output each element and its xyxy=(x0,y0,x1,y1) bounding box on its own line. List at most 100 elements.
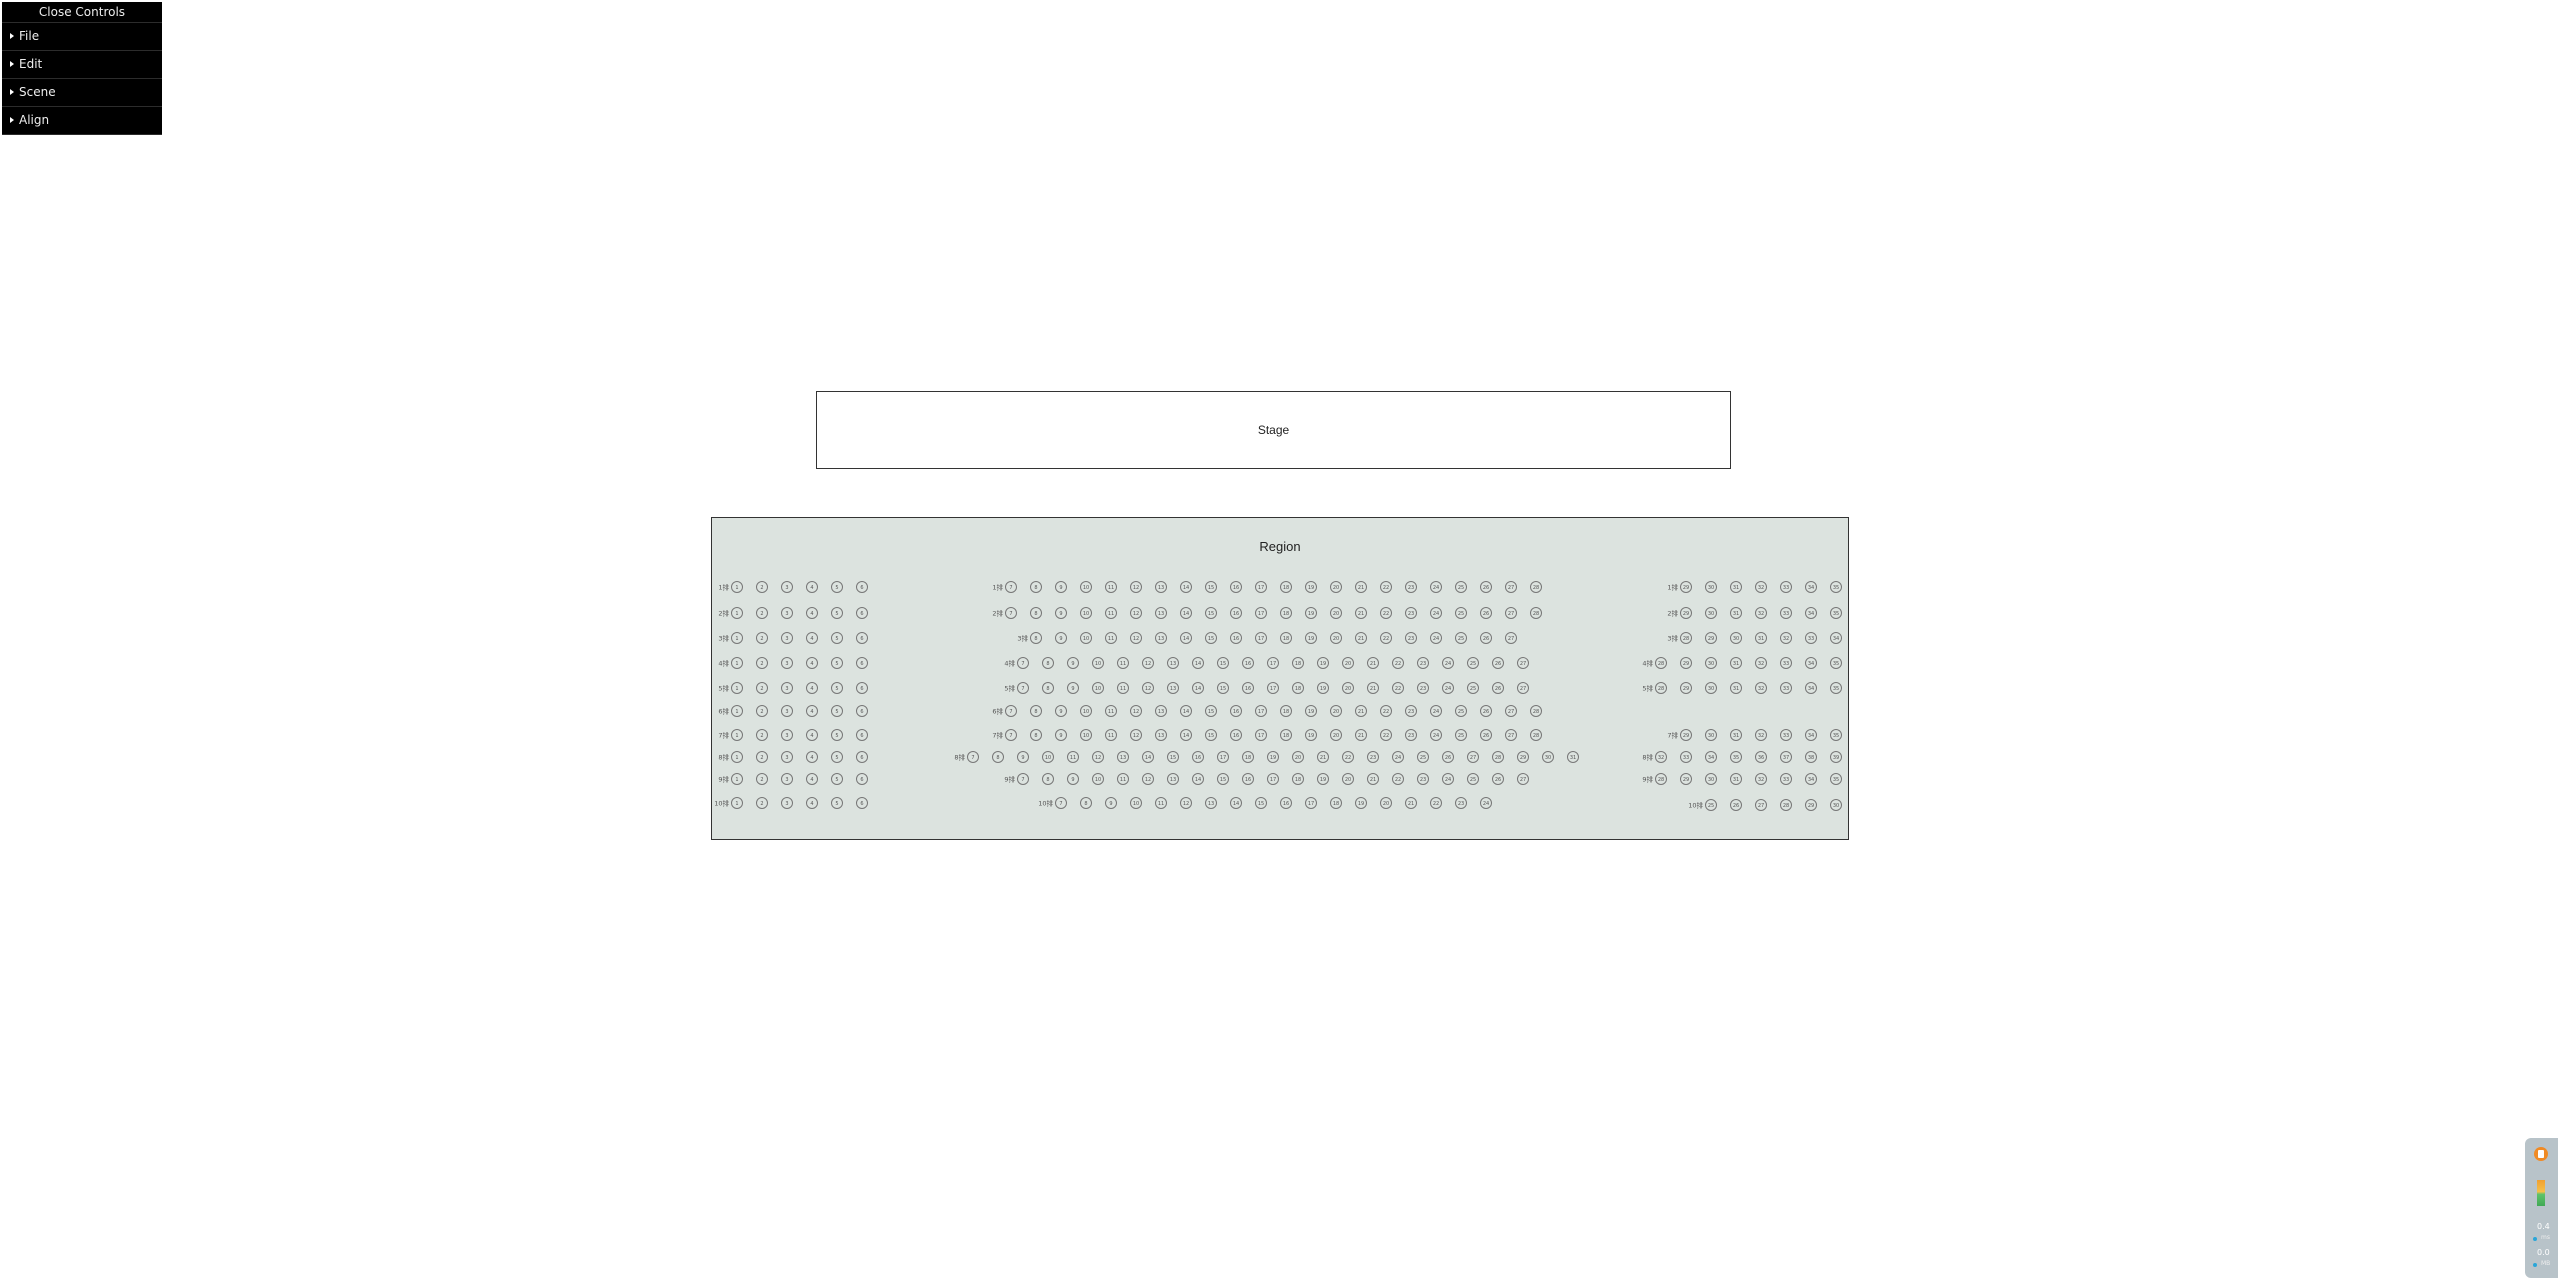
seat-number: 33 xyxy=(1783,733,1789,739)
seat-number: 1 xyxy=(735,801,738,807)
seat-number: 39 xyxy=(1833,755,1839,761)
seat-number: 6 xyxy=(860,585,863,591)
stage-box[interactable]: Stage xyxy=(816,391,1731,469)
seat-number: 24 xyxy=(1433,709,1439,715)
stats-value-2: 0.0 xyxy=(2537,1248,2550,1257)
seat-number: 29 xyxy=(1520,755,1526,761)
seat-number: 18 xyxy=(1283,636,1289,642)
row-label: 4排 xyxy=(1004,659,1015,668)
seating-region[interactable]: Region 1排 1 2 3 4 5 6 2排 1 2 3 4 5 6 3排 1 2 3 4 5 6 4排 1 2 3 4 5 6 5… xyxy=(711,517,1849,840)
seat-number: 30 xyxy=(1708,661,1714,667)
seat-number: 10 xyxy=(1083,636,1089,642)
seat-number: 25 xyxy=(1708,803,1714,809)
seat-number: 1 xyxy=(735,636,738,642)
seat-number: 28 xyxy=(1658,686,1664,692)
seat-number: 1 xyxy=(735,585,738,591)
seat-number: 35 xyxy=(1833,686,1839,692)
folder-scene-label: Scene xyxy=(19,85,56,99)
seat-number: 9 xyxy=(1071,661,1074,667)
seat-number: 24 xyxy=(1445,686,1451,692)
seat-number: 38 xyxy=(1808,755,1814,761)
row-label: 7排 xyxy=(1667,731,1678,740)
seat-number: 4 xyxy=(810,585,813,591)
folder-scene[interactable]: Scene xyxy=(2,79,162,107)
seat-number: 17 xyxy=(1270,661,1276,667)
seat-number: 15 xyxy=(1208,709,1214,715)
seat-number: 1 xyxy=(735,611,738,617)
seat-number: 29 xyxy=(1683,777,1689,783)
seat-number: 29 xyxy=(1683,686,1689,692)
seat-number: 21 xyxy=(1358,733,1364,739)
seat-number: 6 xyxy=(860,661,863,667)
seat-number: 16 xyxy=(1233,585,1239,591)
seat-number: 25 xyxy=(1420,755,1426,761)
seat-number: 31 xyxy=(1733,611,1739,617)
seat-number: 22 xyxy=(1383,585,1389,591)
seat-number: 8 xyxy=(996,755,999,761)
seat-number: 2 xyxy=(760,611,763,617)
seat-number: 25 xyxy=(1458,611,1464,617)
folder-edit-label: Edit xyxy=(19,57,43,71)
seat-number: 28 xyxy=(1533,611,1539,617)
seat-number: 24 xyxy=(1483,801,1489,807)
seat-number: 26 xyxy=(1495,661,1501,667)
seat-number: 24 xyxy=(1395,755,1401,761)
seat-number: 15 xyxy=(1258,801,1264,807)
seat-number: 33 xyxy=(1683,755,1689,761)
folder-align[interactable]: Align xyxy=(2,107,162,135)
seat-number: 2 xyxy=(760,801,763,807)
close-controls-button[interactable]: Close Controls xyxy=(2,2,162,23)
seat-number: 28 xyxy=(1533,585,1539,591)
seat-number: 35 xyxy=(1833,733,1839,739)
seat-number: 12 xyxy=(1145,661,1151,667)
seat-number: 2 xyxy=(760,661,763,667)
triangle-right-icon xyxy=(10,88,14,95)
seat-number: 28 xyxy=(1495,755,1501,761)
seat-number: 12 xyxy=(1183,801,1189,807)
row-label: 2排 xyxy=(718,609,729,618)
seat-number: 4 xyxy=(810,686,813,692)
row-label: 10排 xyxy=(714,799,729,808)
seat-number: 21 xyxy=(1370,686,1376,692)
seat-number: 11 xyxy=(1108,636,1114,642)
seat-number: 5 xyxy=(835,801,838,807)
seat-number: 1 xyxy=(735,709,738,715)
seat-number: 7 xyxy=(1021,686,1024,692)
seat-number: 24 xyxy=(1433,611,1439,617)
seat-number: 18 xyxy=(1333,801,1339,807)
seat-number: 13 xyxy=(1158,733,1164,739)
seat-number: 13 xyxy=(1158,611,1164,617)
seat-number: 19 xyxy=(1308,709,1314,715)
seat-number: 16 xyxy=(1233,709,1239,715)
seat-number: 20 xyxy=(1333,611,1339,617)
seat-number: 23 xyxy=(1420,686,1426,692)
seat-number: 34 xyxy=(1833,636,1839,642)
seat-number: 31 xyxy=(1733,733,1739,739)
seat-number: 13 xyxy=(1170,777,1176,783)
seat-number: 8 xyxy=(1034,733,1037,739)
seat-number: 27 xyxy=(1508,585,1514,591)
seat-number: 26 xyxy=(1483,733,1489,739)
seat-number: 3 xyxy=(785,585,788,591)
seat-number: 13 xyxy=(1158,709,1164,715)
seat-number: 25 xyxy=(1470,777,1476,783)
seat-number: 32 xyxy=(1783,636,1789,642)
seat-number: 16 xyxy=(1233,611,1239,617)
seat-number: 29 xyxy=(1683,733,1689,739)
folder-edit[interactable]: Edit xyxy=(2,51,162,79)
row-label: 1排 xyxy=(1667,583,1678,592)
seat-number: 34 xyxy=(1808,661,1814,667)
seat-number: 25 xyxy=(1458,733,1464,739)
seat-number: 22 xyxy=(1345,755,1351,761)
seat-number: 20 xyxy=(1345,686,1351,692)
folder-file[interactable]: File xyxy=(2,23,162,51)
seat-number: 9 xyxy=(1059,733,1062,739)
seat-number: 30 xyxy=(1545,755,1551,761)
seat-number: 13 xyxy=(1170,661,1176,667)
seat-number: 22 xyxy=(1383,611,1389,617)
stats-unit-2: MB xyxy=(2541,1260,2551,1267)
seat-number: 30 xyxy=(1708,611,1714,617)
seat-number: 27 xyxy=(1758,803,1764,809)
seat-number: 9 xyxy=(1021,755,1024,761)
seat-number: 27 xyxy=(1508,636,1514,642)
